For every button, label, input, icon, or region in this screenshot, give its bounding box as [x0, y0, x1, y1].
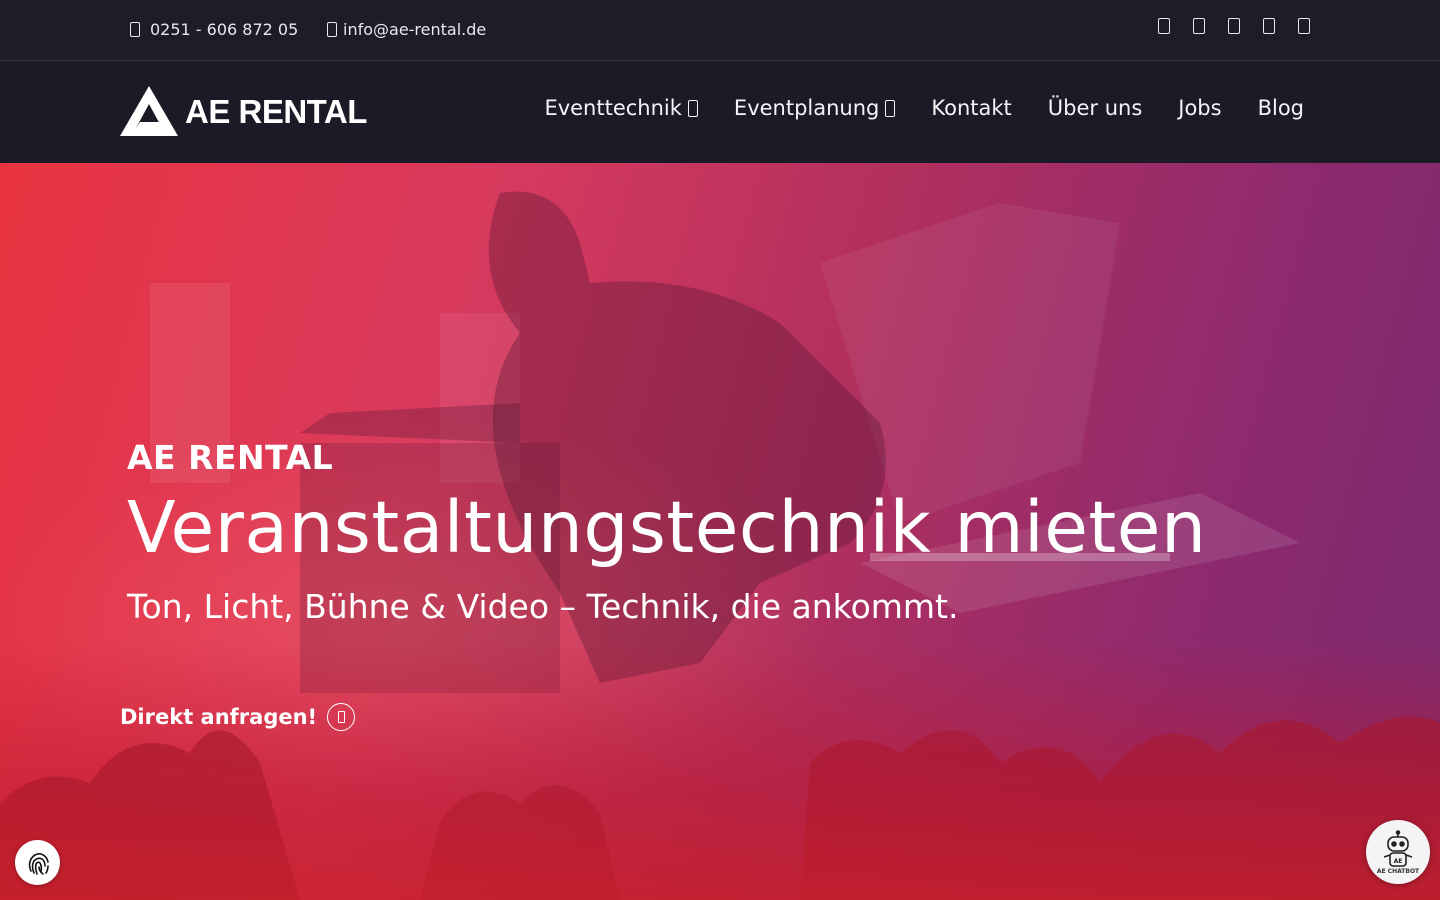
nav-label: Jobs	[1178, 96, 1222, 120]
phone-number: 0251 - 606 872 05	[150, 20, 299, 39]
nav-item-jobs[interactable]: Jobs	[1178, 96, 1221, 120]
nav-item-kontakt[interactable]: Kontakt	[931, 96, 1011, 120]
chevron-down-icon	[687, 99, 698, 117]
nav-label: Kontakt	[931, 96, 1012, 120]
hero-overline: AE RENTAL	[127, 438, 334, 477]
top-contact-bar: 0251 - 606 872 05 info@ae-rental.de	[0, 0, 1440, 61]
whatsapp-icon[interactable]	[1298, 18, 1310, 34]
hero-gradient-overlay	[0, 640, 1440, 900]
inquiry-button-label: Direkt anfragen!	[120, 705, 318, 729]
nav-label: Über uns	[1047, 96, 1143, 120]
chevron-down-icon	[885, 99, 896, 117]
email-link[interactable]: info@ae-rental.de	[327, 20, 486, 39]
phone-link[interactable]: 0251 - 606 872 05	[130, 20, 298, 39]
nav-item-eventtechnik[interactable]: Eventtechnik	[544, 96, 698, 120]
fingerprint-icon	[28, 852, 49, 875]
main-header: AE RENTAL Eventtechnik Eventplanung Kont…	[0, 62, 1440, 163]
nav-item-blog[interactable]: Blog	[1258, 96, 1304, 120]
phone-icon	[130, 22, 140, 37]
nav-item-eventplanung[interactable]: Eventplanung	[733, 96, 896, 120]
linkedin-icon[interactable]	[1228, 18, 1240, 34]
hero-title: Veranstaltungstechnik mieten	[127, 486, 1207, 569]
robot-icon: AE	[1383, 829, 1413, 867]
chatbot-badge: AE	[1394, 858, 1403, 865]
cookie-settings-button[interactable]	[15, 840, 60, 885]
inquiry-button[interactable]: Direkt anfragen!	[120, 703, 356, 731]
email-address: info@ae-rental.de	[343, 20, 487, 39]
nav-label: Blog	[1257, 96, 1304, 120]
nav-item-ueber-uns[interactable]: Über uns	[1048, 96, 1143, 120]
hero-subtitle: Ton, Licht, Bühne & Video – Technik, die…	[127, 587, 959, 626]
instagram-icon[interactable]	[1193, 18, 1205, 34]
site-logo[interactable]: AE RENTAL	[120, 86, 367, 136]
hero-section: AE RENTAL Veranstaltungstechnik mieten T…	[0, 163, 1440, 900]
logo-text: AE RENTAL	[185, 93, 367, 130]
youtube-icon[interactable]	[1263, 18, 1275, 34]
social-links	[1158, 18, 1310, 34]
nav-label: Eventtechnik	[544, 96, 682, 120]
logo-mark-icon	[120, 86, 178, 136]
arrow-right-icon	[327, 703, 356, 731]
nav-label: Eventplanung	[733, 96, 880, 120]
facebook-icon[interactable]	[1158, 18, 1170, 34]
main-navigation: Eventtechnik Eventplanung Kontakt Über u…	[544, 96, 1304, 120]
envelope-icon	[327, 22, 337, 37]
chatbot-button[interactable]: AE AE CHATBOT	[1366, 820, 1430, 884]
chatbot-label: AE CHATBOT	[1376, 867, 1420, 875]
